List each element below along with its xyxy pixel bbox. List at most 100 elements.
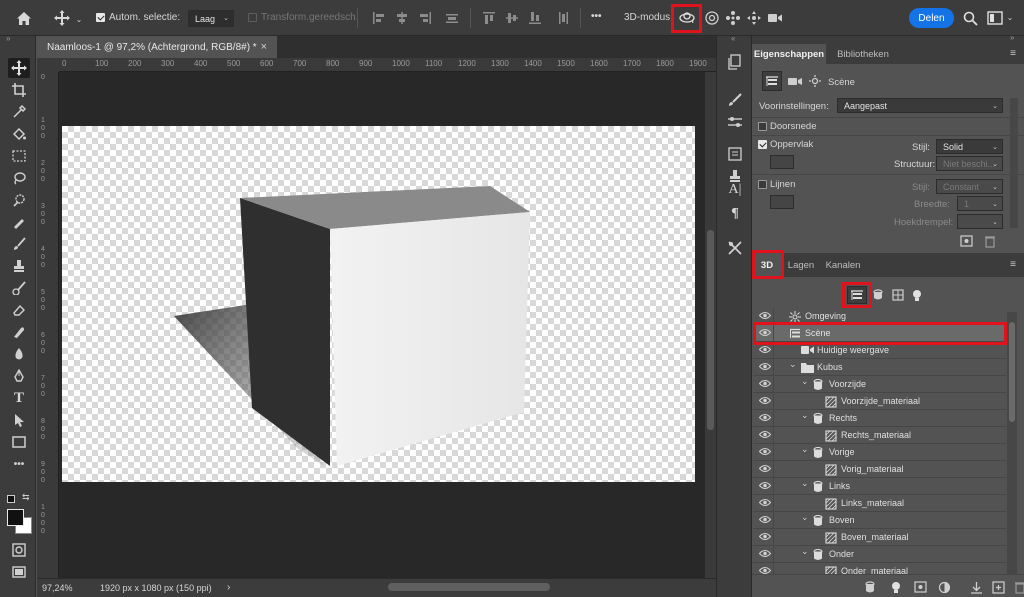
trash-icon[interactable]: [982, 233, 998, 249]
angle-threshold-field[interactable]: ⌄: [957, 214, 1003, 229]
vertical-scroll-thumb[interactable]: [707, 230, 714, 430]
camera-view-icon[interactable]: [786, 71, 804, 91]
adjustments-panel-icon[interactable]: [725, 112, 745, 132]
expand-chevron-icon[interactable]: ⌄: [801, 376, 809, 387]
visibility-eye-icon[interactable]: [758, 430, 772, 441]
surface-style-dropdown[interactable]: Solid ⌄: [936, 139, 1003, 154]
visibility-eye-icon[interactable]: [758, 345, 772, 356]
align-left-icon[interactable]: [371, 10, 387, 26]
scene-icon[interactable]: [762, 71, 782, 91]
brush-tool-icon[interactable]: [8, 234, 30, 254]
clone-stamp-tool-icon[interactable]: [8, 256, 30, 276]
character-panel-icon[interactable]: A|: [725, 180, 745, 200]
foreground-color-swatch[interactable]: [7, 509, 24, 526]
layer-row[interactable]: Vorig_materiaal: [753, 461, 1006, 478]
presets-dropdown[interactable]: Aangepast ⌄: [837, 98, 1003, 113]
transform-controls-checkbox[interactable]: [248, 13, 257, 22]
layer-row[interactable]: Voorzijde_materiaal: [753, 393, 1006, 410]
cross-section-checkbox[interactable]: [758, 122, 767, 131]
roll-3d-camera-icon[interactable]: [703, 9, 721, 27]
move-tool-icon[interactable]: [52, 9, 72, 27]
more-options-button[interactable]: •••: [591, 11, 602, 22]
type-tool-icon[interactable]: T: [8, 388, 30, 408]
paint-bucket-tool-icon[interactable]: [8, 124, 30, 144]
paragraph-panel-icon[interactable]: ¶: [725, 204, 745, 224]
texture-dropdown[interactable]: Niet beschi... ⌄: [936, 156, 1003, 171]
swap-colors-icon[interactable]: ⇆: [22, 492, 30, 503]
visibility-eye-icon[interactable]: [758, 481, 772, 492]
layer-select-dropdown[interactable]: Laag ⌄: [188, 10, 234, 27]
slide-3d-camera-icon[interactable]: [745, 9, 763, 27]
gradient-tool-icon[interactable]: [8, 322, 30, 342]
zoom-level[interactable]: 97,24%: [42, 583, 73, 593]
share-button[interactable]: Delen: [909, 8, 954, 28]
layer-row[interactable]: Boven_materiaal: [753, 529, 1006, 546]
more-tools-icon[interactable]: •••: [8, 454, 30, 474]
properties-scrollbar[interactable]: [1010, 98, 1018, 228]
expand-chevron-icon[interactable]: ⌄: [801, 444, 809, 455]
filter-materials-icon[interactable]: [891, 287, 905, 303]
search-icon[interactable]: [961, 9, 979, 27]
lines-style-dropdown[interactable]: Constant ⌄: [936, 179, 1003, 194]
tab-eigenschappen[interactable]: Eigenschappen: [752, 44, 826, 64]
visibility-eye-icon[interactable]: [758, 515, 772, 526]
visibility-eye-icon[interactable]: [758, 413, 772, 424]
distribute-icon[interactable]: [444, 10, 460, 26]
path-selection-tool-icon[interactable]: [8, 410, 30, 430]
visibility-eye-icon[interactable]: [758, 379, 772, 390]
move-tool-icon[interactable]: [8, 58, 30, 78]
workspace-icon[interactable]: [985, 9, 1005, 27]
expand-chevron-icon[interactable]: ⌄: [801, 410, 809, 421]
pan-3d-camera-icon[interactable]: [724, 9, 742, 27]
home-icon[interactable]: [14, 9, 34, 27]
expand-chevron-icon[interactable]: ⌄: [801, 478, 809, 489]
layer-row[interactable]: ⌄ Onder: [753, 546, 1006, 563]
expand-chevron-icon[interactable]: ⌄: [789, 359, 797, 370]
collapse-panels-icon[interactable]: »: [1010, 33, 1014, 42]
add-mesh-icon[interactable]: [862, 579, 878, 595]
width-field[interactable]: 1 ⌄: [957, 196, 1003, 211]
document-canvas[interactable]: [62, 126, 695, 482]
align-right-icon[interactable]: [417, 10, 433, 26]
tab-lagen[interactable]: Lagen: [784, 253, 818, 277]
new-layer-icon[interactable]: [990, 579, 1006, 595]
surface-checkbox[interactable]: [758, 140, 767, 149]
pen-tool-icon[interactable]: [8, 366, 30, 386]
rectangle-tool-icon[interactable]: [8, 432, 30, 452]
visibility-eye-icon[interactable]: [758, 549, 772, 560]
marquee-tool-icon[interactable]: [8, 146, 30, 166]
align-horizontal-center-icon[interactable]: [394, 10, 410, 26]
layer-row[interactable]: ⌄ Vorige: [753, 444, 1006, 461]
chevron-down-icon[interactable]: ⌄: [74, 14, 84, 24]
distribute-vertical-icon[interactable]: [555, 10, 571, 26]
status-menu-arrow[interactable]: ›: [227, 582, 230, 593]
render-icon[interactable]: [912, 579, 928, 595]
tool-presets-panel-icon[interactable]: [725, 238, 745, 258]
3d-cube-image[interactable]: [62, 126, 695, 482]
tab-kanalen[interactable]: Kanalen: [822, 253, 864, 277]
layer-row[interactable]: Links_materiaal: [753, 495, 1006, 512]
video-camera-icon[interactable]: [766, 9, 784, 27]
visibility-eye-icon[interactable]: [758, 311, 772, 322]
collapse-icon[interactable]: »: [6, 34, 10, 43]
visibility-eye-icon[interactable]: [758, 447, 772, 458]
screen-mode-icon[interactable]: [8, 562, 30, 582]
visibility-eye-icon[interactable]: [758, 396, 772, 407]
align-top-icon[interactable]: [481, 10, 497, 26]
history-panel-icon[interactable]: [725, 52, 745, 72]
lighting-icon[interactable]: [806, 71, 824, 91]
eraser-tool-icon[interactable]: [8, 300, 30, 320]
visibility-eye-icon[interactable]: [758, 498, 772, 509]
lines-checkbox[interactable]: [758, 180, 767, 189]
visibility-eye-icon[interactable]: [758, 362, 772, 373]
layer-row[interactable]: Rechts_materiaal: [753, 427, 1006, 444]
layer-comps-panel-icon[interactable]: [725, 144, 745, 164]
crop-tool-icon[interactable]: [8, 80, 30, 100]
history-brush-tool-icon[interactable]: [8, 278, 30, 298]
horizontal-scroll-thumb[interactable]: [388, 583, 550, 591]
expand-panels-icon[interactable]: «: [731, 34, 735, 43]
expand-chevron-icon[interactable]: ⌄: [801, 512, 809, 523]
visibility-eye-icon[interactable]: [758, 464, 772, 475]
expand-chevron-icon[interactable]: ⌄: [801, 546, 809, 557]
panel-menu-icon[interactable]: ≡: [1010, 259, 1016, 270]
